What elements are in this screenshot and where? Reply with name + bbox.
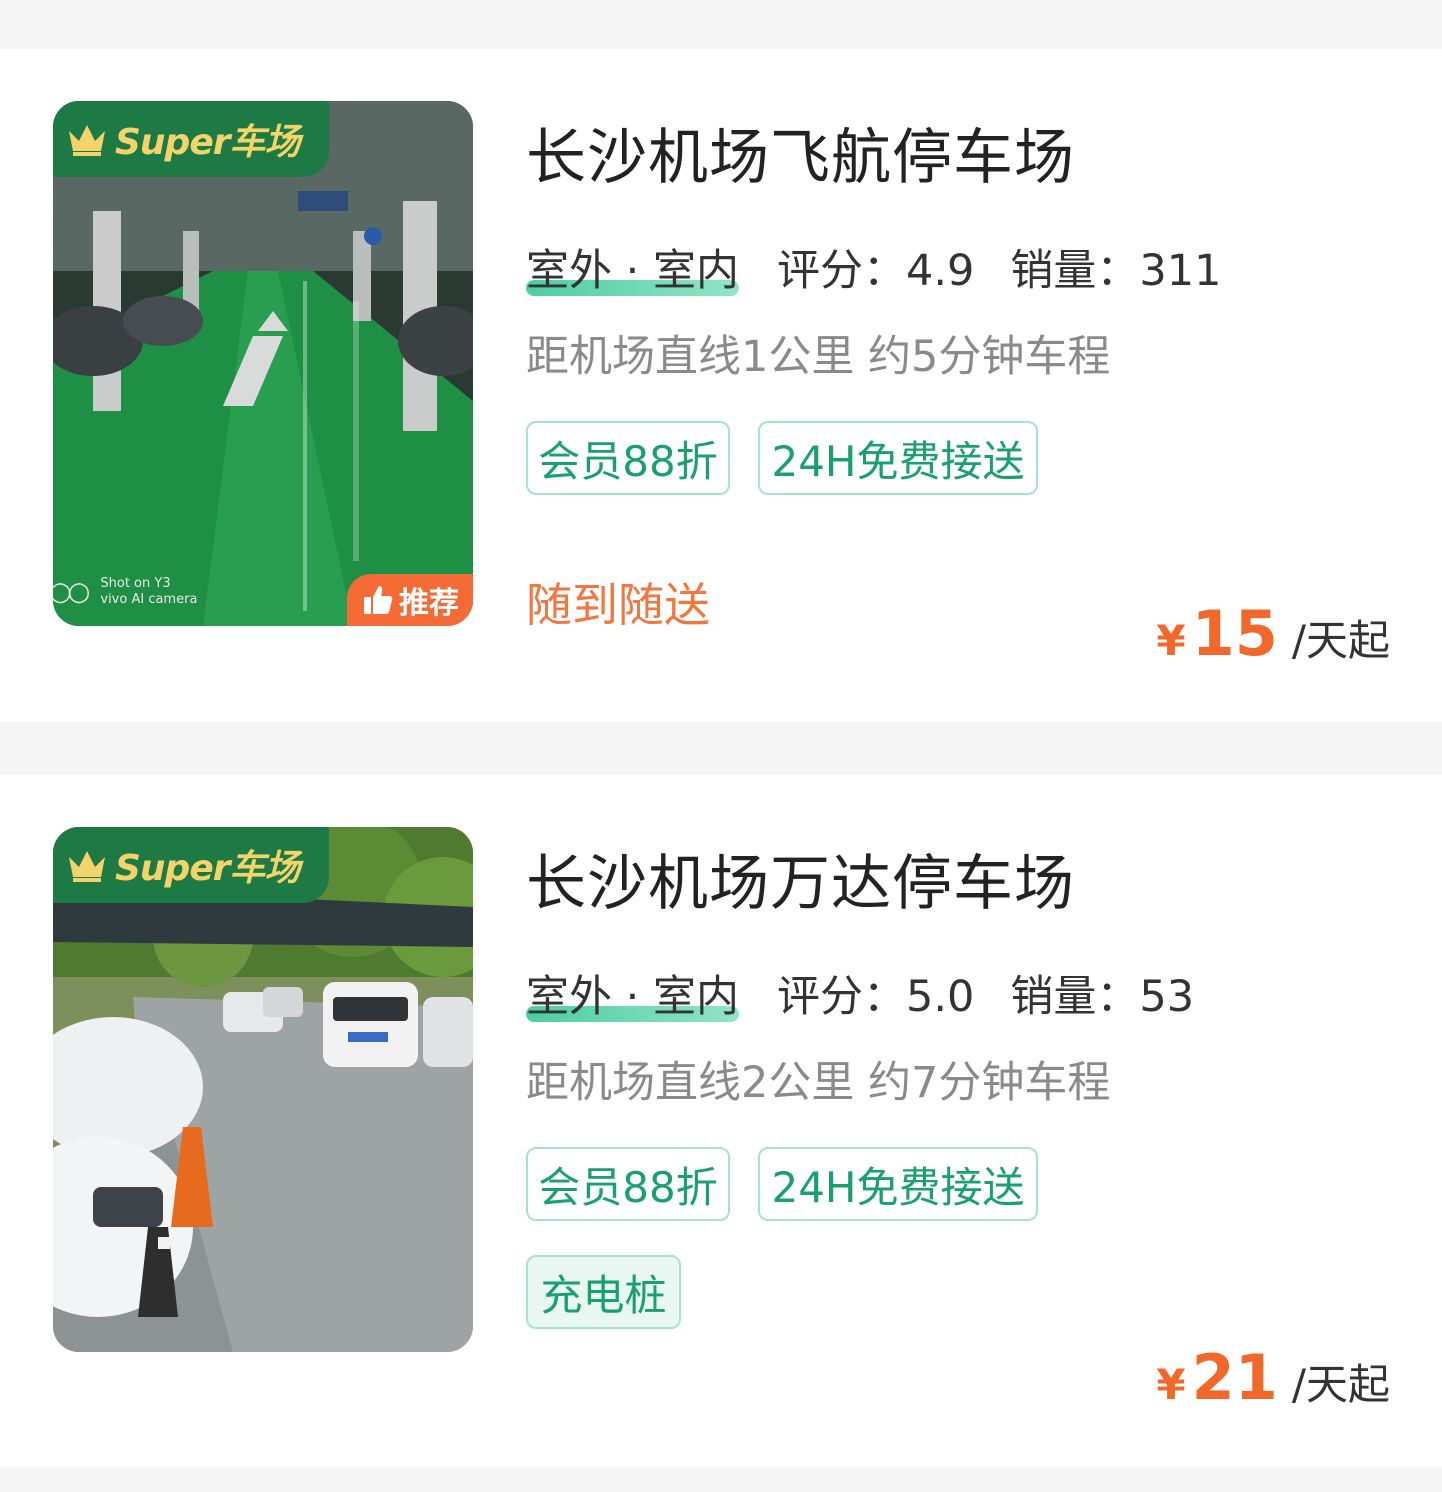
currency-symbol: ¥ xyxy=(1156,616,1186,665)
price: ¥ 15 /天起 xyxy=(1156,597,1390,670)
super-badge-text: Super车场 xyxy=(115,848,300,889)
outdoor-parking-image xyxy=(53,827,473,1352)
parking-listing-card[interactable]: Super车场 ○○ Shot on Y3 vivo AI camera 推荐 … xyxy=(0,49,1442,722)
thumbs-up-icon xyxy=(364,586,393,614)
camera-watermark: ○○ Shot on Y3 vivo AI camera xyxy=(53,576,197,608)
price-unit: /天起 xyxy=(1291,1360,1390,1409)
tag-member-discount: 会员88折 xyxy=(526,421,730,495)
super-parking-badge: Super车场 xyxy=(53,101,329,177)
tag-charging-pile: 充电桩 xyxy=(526,1255,681,1329)
super-parking-badge: Super车场 xyxy=(53,827,329,903)
watermark-line: vivo AI camera xyxy=(100,592,198,607)
crown-icon xyxy=(69,125,105,156)
tag-member-discount: 会员88折 xyxy=(526,1147,730,1221)
watermark-line: Shot on Y3 xyxy=(100,576,171,591)
sales-count: 销量：53 xyxy=(1010,972,1195,1022)
location-type: 室外 · 室内 xyxy=(526,246,740,296)
parking-meta-row: 室外 · 室内 评分：5.0 销量：53 xyxy=(526,962,1194,1024)
parking-lot-photo[interactable]: Super车场 ○○ Shot on Y3 vivo AI camera 推荐 xyxy=(53,101,473,626)
rating: 评分：5.0 xyxy=(777,972,975,1022)
price: ¥ 21 /天起 xyxy=(1156,1341,1390,1414)
parking-lot-name[interactable]: 长沙机场万达停车场 xyxy=(526,835,1075,922)
recommend-badge: 推荐 xyxy=(347,574,473,626)
distance-info: 距机场直线2公里 约7分钟车程 xyxy=(526,1058,1111,1108)
price-amount: 21 xyxy=(1191,1341,1278,1414)
parking-lot-name[interactable]: 长沙机场飞航停车场 xyxy=(526,109,1075,196)
indoor-garage-image xyxy=(53,101,473,626)
price-unit: /天起 xyxy=(1291,616,1390,665)
parking-lot-photo[interactable]: Super车场 xyxy=(53,827,473,1352)
tag-free-shuttle: 24H免费接送 xyxy=(758,421,1038,495)
camera-logo-icon: ○○ xyxy=(53,577,90,607)
parking-listing-card[interactable]: Super车场 长沙机场万达停车场 室外 · 室内 评分：5.0 销量：53 距… xyxy=(0,775,1442,1467)
parking-meta-row: 室外 · 室内 评分：4.9 销量：311 xyxy=(526,236,1221,298)
sales-count: 销量：311 xyxy=(1010,246,1222,296)
recommend-label: 推荐 xyxy=(399,586,459,621)
price-amount: 15 xyxy=(1191,597,1278,670)
crown-icon xyxy=(69,851,105,882)
rating: 评分：4.9 xyxy=(777,246,975,296)
tag-free-shuttle: 24H免费接送 xyxy=(758,1147,1038,1221)
location-type: 室外 · 室内 xyxy=(526,972,740,1022)
currency-symbol: ¥ xyxy=(1156,1360,1186,1409)
distance-info: 距机场直线1公里 约5分钟车程 xyxy=(526,332,1111,382)
service-note: 随到随送 xyxy=(526,578,710,632)
super-badge-text: Super车场 xyxy=(115,122,300,163)
